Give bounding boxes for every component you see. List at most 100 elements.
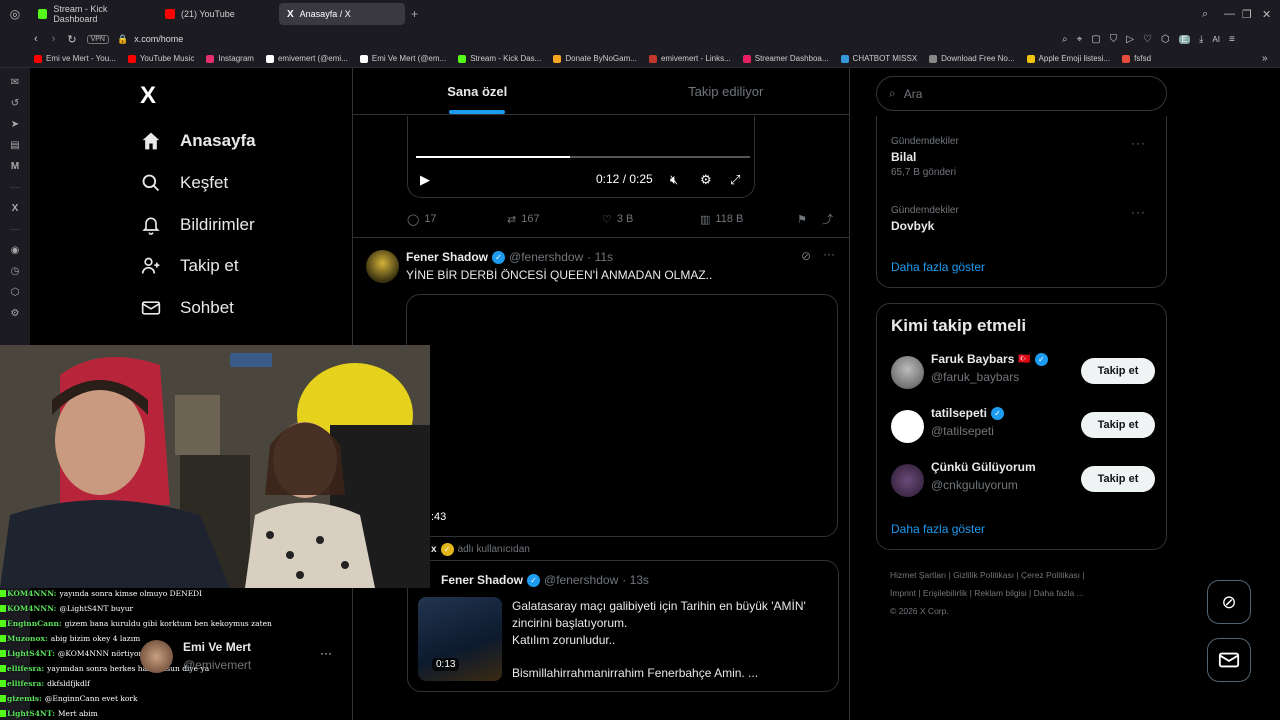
views-button[interactable]: ▥ 118 B: [700, 211, 797, 227]
follow-button[interactable]: Takip et: [1081, 412, 1155, 438]
like-button[interactable]: ♡ 3 B: [602, 211, 700, 227]
fullscreen-icon[interactable]: ⤢: [730, 172, 740, 188]
bookmark-item[interactable]: CHATBOT MISSX: [840, 54, 917, 63]
sidebar-record-icon[interactable]: ◉: [11, 245, 20, 256]
zoom-icon[interactable]: ⌕: [1062, 34, 1068, 45]
tab-youtube[interactable]: (21) YouTube: [157, 3, 277, 25]
avatar[interactable]: [140, 640, 173, 673]
nav-explore[interactable]: Keşfet: [140, 172, 228, 194]
bookmark-item[interactable]: emivemert - Links...: [648, 54, 731, 63]
trend-item[interactable]: Gündemdekiler Bilal 65,7 B gönderi: [891, 136, 959, 178]
more-icon[interactable]: ···: [823, 247, 835, 261]
bookmark-item[interactable]: Emi ve Mert - You...: [34, 54, 116, 63]
video-thumbnail[interactable]: 0:13: [418, 597, 502, 681]
download-icon[interactable]: ⤓: [1199, 34, 1203, 45]
maximize-icon[interactable]: ❐: [1242, 8, 1252, 21]
trend-more-icon[interactable]: ···: [1131, 136, 1146, 150]
more-icon[interactable]: ···: [320, 646, 332, 660]
sidebar-cube-icon[interactable]: ⬡: [11, 287, 20, 298]
suggestion-item[interactable]: Faruk Baybars 🇹🇷 ✓ @faruk_baybars Takip et: [891, 352, 1155, 392]
sidebar-settings-icon[interactable]: ⚙: [11, 308, 20, 319]
tab-for-you[interactable]: Sana özel: [353, 68, 602, 114]
sidebar-wallet-icon[interactable]: ▤: [10, 140, 19, 151]
bookmark-item[interactable]: Instagram: [206, 54, 254, 63]
bookmark-item[interactable]: Download Free No...: [929, 54, 1015, 63]
play-icon[interactable]: ▷: [1126, 34, 1134, 45]
search-input[interactable]: ⌕ Ara: [876, 76, 1167, 111]
shield-icon[interactable]: ⛉: [1110, 34, 1118, 45]
reload-icon[interactable]: ↻: [67, 33, 76, 46]
nav-notifications[interactable]: Bildirimler: [140, 214, 255, 236]
post-author[interactable]: Fener Shadow ✓ @fenershdow · 13s: [441, 573, 649, 587]
vpn-badge[interactable]: VPN: [86, 34, 109, 44]
avatar[interactable]: [366, 250, 399, 283]
bookmark-item[interactable]: Stream - Kick Das...: [458, 54, 541, 63]
nav-home[interactable]: Anasayfa: [140, 130, 256, 152]
sidebar-x-icon[interactable]: X: [12, 203, 19, 214]
messages-button[interactable]: [1207, 638, 1251, 682]
trend-more-icon[interactable]: ···: [1131, 205, 1146, 219]
tab-x-home[interactable]: X Anasayfa / X: [279, 3, 405, 25]
url-text[interactable]: x.com/home: [134, 34, 183, 44]
follow-button[interactable]: Takip et: [1081, 358, 1155, 384]
avatar[interactable]: [891, 464, 924, 497]
heart-icon[interactable]: ♡: [1143, 34, 1152, 45]
bookmark-item[interactable]: Apple Emoji listesi...: [1026, 54, 1110, 63]
play-icon[interactable]: ▶: [420, 172, 430, 188]
avatar[interactable]: [891, 356, 924, 389]
tab-following[interactable]: Takip ediliyor: [602, 68, 851, 114]
bookmark-button[interactable]: ⚑: [797, 211, 822, 227]
bookmark-item[interactable]: Streamer Dashboa...: [742, 54, 829, 63]
settings-icon[interactable]: ⚙: [700, 172, 712, 188]
show-more-trends[interactable]: Daha fazla göster: [891, 260, 985, 274]
new-tab-icon[interactable]: +: [411, 7, 418, 21]
bookmark-item[interactable]: emivemert (@emi...: [265, 54, 348, 63]
forward-icon[interactable]: ›: [52, 33, 56, 45]
suggestion-item[interactable]: tatilsepeti ✓ @tatilsepeti Takip et: [891, 406, 1155, 446]
follow-button[interactable]: Takip et: [1081, 466, 1155, 492]
bookmark-item[interactable]: Emi Ve Mert (@em...: [359, 54, 446, 63]
footer-line-2[interactable]: İmprint | Erişilebilirlik | Reklam bilgi…: [890, 584, 1160, 602]
quoted-post[interactable]: Fener Shadow ✓ @fenershdow · 13s 0:13 Ga…: [407, 560, 839, 692]
repost-button[interactable]: ⇄ 167: [507, 211, 602, 227]
sidebar-history-icon[interactable]: ↺: [11, 98, 19, 109]
bookmark-item[interactable]: Donate ByNoGam...: [553, 54, 637, 63]
reply-button[interactable]: ◯ 17: [407, 211, 507, 227]
video-progress-bar[interactable]: [416, 156, 750, 158]
profile-avatar[interactable]: E: [1178, 34, 1190, 44]
post-video[interactable]: :43: [406, 294, 838, 537]
share-button[interactable]: ⤴: [822, 211, 833, 227]
pin-icon[interactable]: ⌖: [1077, 34, 1083, 45]
x-logo-icon[interactable]: X: [140, 82, 156, 110]
sidebar-send-icon[interactable]: ➤: [11, 119, 19, 130]
bookmark-item[interactable]: fsfsd: [1122, 54, 1151, 63]
show-more-suggestions[interactable]: Daha fazla göster: [891, 522, 985, 536]
sidebar-mail-icon[interactable]: ✉: [11, 77, 19, 88]
ai-button[interactable]: AI: [1212, 35, 1220, 44]
suggestion-item[interactable]: Çünkü Gülüyorum @cnkguluyorum Takip et: [891, 460, 1155, 500]
video-player[interactable]: ▶ 0:12 / 0:25 🔇︎ ⚙ ⤢: [407, 116, 755, 198]
minimize-icon[interactable]: —: [1224, 8, 1235, 20]
sidebar-clock-icon[interactable]: ◷: [11, 266, 20, 277]
footer-line-1[interactable]: Hizmet Şartları | Gizlilik Politikası | …: [890, 566, 1160, 584]
menu-icon[interactable]: ≡: [1229, 34, 1235, 45]
mute-icon[interactable]: 🔇︎: [670, 172, 678, 188]
snapshot-icon[interactable]: ▢: [1091, 34, 1100, 45]
nav-follow[interactable]: Takip et: [140, 255, 239, 277]
back-icon[interactable]: ‹: [34, 33, 38, 45]
close-window-icon[interactable]: ✕: [1262, 8, 1271, 21]
sidebar-m-icon[interactable]: M: [11, 161, 19, 172]
account-switcher[interactable]: Emi Ve Mert @emivemert ···: [140, 638, 340, 678]
trend-item[interactable]: Gündemdekiler Dovbyk: [891, 205, 959, 233]
search-tabs-icon[interactable]: ⌕: [1202, 8, 1208, 21]
post-author[interactable]: Fener Shadow ✓ @fenershdow · 11s: [406, 250, 613, 264]
bookmark-item[interactable]: YouTube Music: [127, 54, 194, 63]
nav-chat[interactable]: Sohbet: [140, 297, 234, 319]
bookmarks-overflow-icon[interactable]: »: [1262, 53, 1268, 64]
grok-icon[interactable]: ⊘: [801, 249, 811, 263]
grok-button[interactable]: ⊘: [1207, 580, 1251, 624]
avatar[interactable]: [891, 410, 924, 443]
browser-logo-icon[interactable]: ◎: [0, 7, 30, 21]
tab-kick-dashboard[interactable]: Stream - Kick Dashboard: [30, 3, 155, 25]
extensions-icon[interactable]: ⬡: [1161, 34, 1170, 45]
